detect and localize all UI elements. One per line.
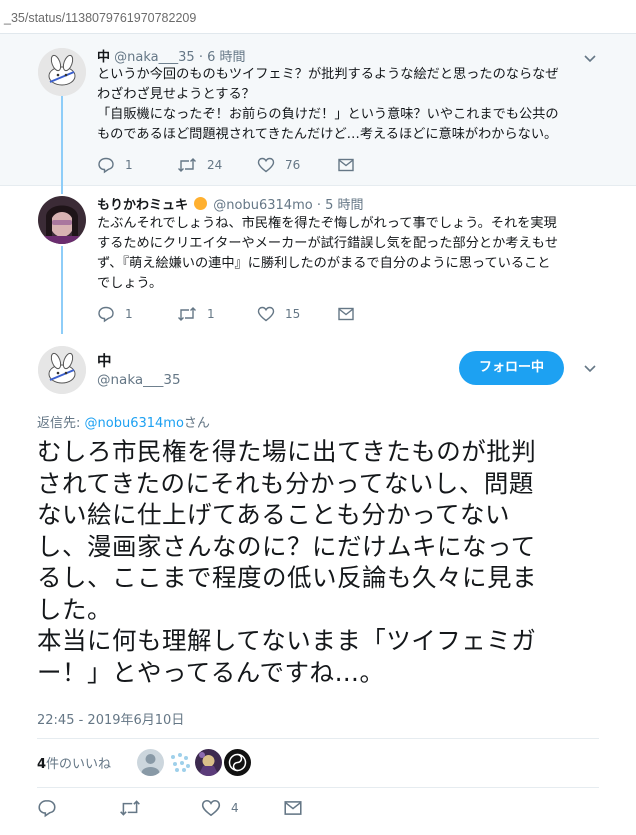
text-line: るし、ここまで程度の低い反論も久々に見ま	[37, 563, 537, 592]
avatar[interactable]	[38, 48, 86, 96]
heart-icon	[257, 306, 275, 322]
text-line: でしょう。	[97, 276, 163, 291]
retweet-button[interactable]	[119, 798, 201, 818]
tweet-time[interactable]: 5 時間	[325, 198, 363, 213]
likes-count: 4	[37, 757, 47, 772]
text-line: ものであるほど問題視されてきたんだけど…考えるほどに意味がわからない。	[97, 127, 558, 142]
reply-button[interactable]: 1	[97, 155, 177, 175]
tweet-header: もりかわミュキ @nobu6314mo · 5 時間	[97, 194, 364, 213]
heart-icon	[257, 157, 275, 173]
tweet-actions: 1 1 15	[97, 304, 355, 324]
tweet-text: たぶんそれでしょうね、市民権を得たぞ悔しがれって事でしょう。それを実現 するため…	[97, 214, 597, 294]
like-count: 4	[231, 801, 239, 815]
tweet-actions: 1 24 76	[97, 155, 355, 175]
following-button[interactable]: フォロー中	[459, 351, 564, 385]
text-line: わざわざ見せようとする？	[97, 87, 255, 102]
text-line: し、漫画家さんなのに？にだけムキになって	[37, 531, 536, 561]
thread-tweet-2[interactable]: もりかわミュキ @nobu6314mo · 5 時間 たぶんそれでしょうね、市民…	[0, 186, 636, 334]
reply-suffix: さん	[183, 416, 210, 431]
retweet-button[interactable]: 1	[177, 304, 257, 324]
divider	[37, 738, 599, 739]
main-author-handle[interactable]: @naka___35	[97, 372, 181, 388]
like-button[interactable]: 76	[257, 155, 337, 175]
main-avatar[interactable]	[38, 346, 86, 394]
text-line: ず、『萌え絵嫌いの連中』に勝利したのがまるで自分のように思っていること	[97, 256, 551, 271]
text-line: というか今回のものもツイフェミ？が批判するような絵だと思ったのならなぜ	[97, 67, 559, 82]
liker-avatar[interactable]	[224, 749, 251, 776]
liker-avatar[interactable]	[137, 749, 164, 776]
text-line: ない絵に仕上げてあることも分かってない	[37, 500, 511, 529]
thread-line	[61, 246, 63, 334]
separator: ·	[198, 50, 203, 65]
main-tweet-text: むしろ市民権を得た場に出てきたものが批判 されてきたのにそれも分かってないし、問…	[37, 436, 597, 688]
retweet-count: 1	[207, 307, 215, 321]
author-name[interactable]: もりかわミュキ	[97, 198, 188, 213]
reply-prefix: 返信先:	[37, 416, 85, 431]
retweet-icon	[178, 307, 196, 321]
orange-emoji-icon	[194, 197, 208, 210]
tweet-text: というか今回のものもツイフェミ？が批判するような絵だと思ったのならなぜ わざわざ…	[97, 65, 597, 145]
replying-to: 返信先: @nobu6314moさん	[37, 412, 210, 431]
retweet-button[interactable]: 24	[177, 155, 257, 175]
text-line: むしろ市民権を得た場に出てきたものが批判	[37, 437, 537, 466]
text-line: ー！」とやってるんですね…。	[37, 657, 385, 687]
retweet-icon	[178, 158, 196, 172]
reply-icon	[98, 157, 114, 174]
liker-avatar[interactable]	[195, 749, 222, 776]
like-count: 76	[285, 158, 301, 172]
main-tweet-actions: 4	[37, 797, 303, 819]
likes-label: 件のいいね	[46, 757, 112, 772]
author-handle[interactable]: @nobu6314mo	[213, 198, 312, 213]
avatar[interactable]	[38, 196, 86, 244]
thread-line	[61, 186, 63, 194]
browser-url-bar[interactable]: _35/status/1138079761970782209	[0, 0, 636, 34]
reply-icon	[38, 799, 56, 818]
retweet-icon	[120, 800, 140, 816]
text-line: 本当に何も理解してないまま「ツイフェミガ	[37, 626, 537, 655]
reply-button[interactable]	[37, 798, 119, 818]
liker-avatar[interactable]	[166, 749, 193, 776]
message-button[interactable]	[337, 155, 355, 175]
tweet-header: 中 @naka___35 · 6 時間	[97, 46, 246, 65]
url-text: _35/status/1138079761970782209	[4, 11, 197, 25]
divider	[37, 787, 599, 788]
message-button[interactable]	[337, 304, 355, 324]
text-line: するためにクリエイターやメーカーが試行錯誤し気を配った部分とか考えもせ	[97, 236, 559, 251]
text-line: した。	[37, 594, 112, 624]
main-author-name[interactable]: 中	[97, 350, 112, 371]
text-line: されてきたのにそれも分かってないし、問題	[37, 468, 534, 498]
reply-mention-link[interactable]: @nobu6314mo	[85, 416, 184, 431]
reply-count: 1	[125, 307, 133, 321]
thread-tweet-1[interactable]: 中 @naka___35 · 6 時間 というか今回のものもツイフェミ？が批判す…	[0, 34, 636, 186]
retweet-count: 24	[207, 158, 223, 172]
reply-count: 1	[125, 158, 133, 172]
author-handle[interactable]: @naka___35	[114, 50, 195, 65]
like-button[interactable]: 4	[201, 798, 283, 818]
like-count: 15	[285, 307, 301, 321]
text-line: 「自販機になったぞ！お前らの負けだ！」という意味？いやこれまでも公共の	[97, 107, 559, 122]
reply-button[interactable]: 1	[97, 304, 177, 324]
reply-icon	[98, 306, 114, 323]
heart-icon	[201, 799, 221, 817]
author-name[interactable]: 中	[97, 50, 110, 65]
envelope-icon	[284, 801, 302, 815]
text-line: たぶんそれでしょうね、市民権を得たぞ悔しがれって事でしょう。それを実現	[97, 216, 557, 231]
likes-summary[interactable]: 4件のいいね	[37, 753, 111, 772]
chevron-down-icon[interactable]	[582, 50, 598, 66]
tweet-time[interactable]: 6 時間	[207, 50, 245, 65]
like-button[interactable]: 15	[257, 304, 337, 324]
thread-line	[61, 94, 63, 186]
envelope-icon	[338, 307, 354, 321]
message-button[interactable]	[283, 798, 303, 818]
tweet-timestamp[interactable]: 22:45 - 2019年6月10日	[37, 709, 184, 728]
envelope-icon	[338, 158, 354, 172]
chevron-down-icon[interactable]	[582, 360, 598, 376]
separator: ·	[316, 198, 321, 213]
